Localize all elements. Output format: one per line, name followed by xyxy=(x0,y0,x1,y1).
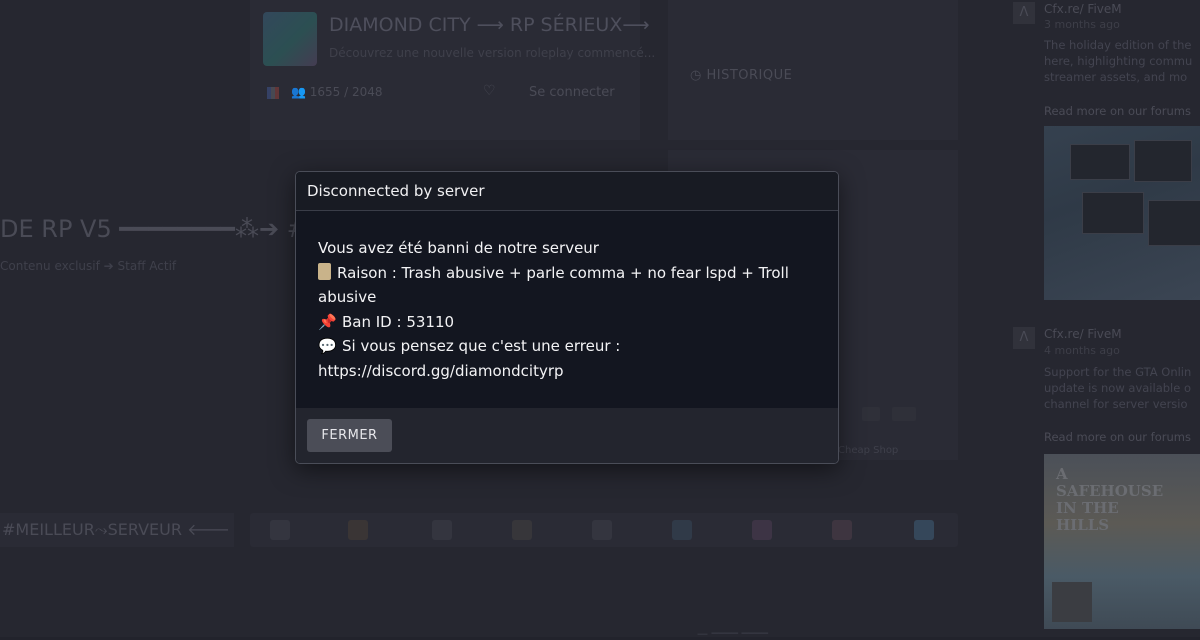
news-time: 4 months ago xyxy=(1044,344,1120,357)
appeal-text: 💬 Si vous pensez que c'est une erreur : xyxy=(318,334,816,359)
best-server-tag: #MEILLEUR⤳SERVEUR 🡐 xyxy=(0,513,234,547)
news-image-title: A SAFEHOUSE IN THE HILLS xyxy=(1056,465,1164,534)
news-body: The holiday edition of the here, highlig… xyxy=(1044,38,1193,84)
france-flag-icon xyxy=(267,87,279,99)
clipboard-icon xyxy=(318,262,331,280)
dialog-footer: FERMER xyxy=(296,408,838,463)
news-time: 3 months ago xyxy=(1044,18,1120,31)
banner-headline: DE RP V5 ━━━━━━━━⁂➔ # xyxy=(0,215,307,243)
news-author: Cfx.re/ FiveM xyxy=(1044,2,1122,16)
disconnect-dialog: Disconnected by server Vous avez été ban… xyxy=(295,171,839,464)
mini-button[interactable] xyxy=(862,407,880,421)
history-tab[interactable]: ◷ HISTORIQUE xyxy=(690,68,792,83)
ban-reason: Raison : Trash abusive + parle comma + n… xyxy=(318,262,789,306)
tag-icon[interactable] xyxy=(270,520,290,540)
news-body: Support for the GTA Onlin update is now … xyxy=(1044,365,1192,411)
tag-icon[interactable] xyxy=(672,520,692,540)
ban-id: 📌 Ban ID : 53110 xyxy=(318,310,816,335)
player-count: 👥 1655 / 2048 xyxy=(291,85,383,99)
close-button[interactable]: FERMER xyxy=(307,419,392,452)
mini-button[interactable] xyxy=(892,407,916,421)
tag-icon[interactable] xyxy=(348,520,368,540)
server-title[interactable]: DIAMOND CITY ⟶ RP SÉRIEUX⟶ xyxy=(329,14,650,36)
dialog-title: Disconnected by server xyxy=(296,172,838,211)
tag-icon[interactable] xyxy=(592,520,612,540)
tag-icon[interactable] xyxy=(512,520,532,540)
speech-bubble-icon: 💬 xyxy=(318,337,337,355)
cfx-avatar-icon: Λ xyxy=(1013,2,1035,24)
ban-notice: Vous avez été banni de notre serveur xyxy=(318,239,599,257)
players-icon: 👥 xyxy=(291,85,310,99)
banner-subline: Contenu exclusif ➔ Staff Actif xyxy=(0,259,177,273)
cfx-avatar-icon: Λ xyxy=(1013,327,1035,349)
server-subtitle: Découvrez une nouvelle version roleplay … xyxy=(329,46,656,60)
dialog-message: Vous avez été banni de notre serveur Rai… xyxy=(296,211,838,408)
tag-icon[interactable] xyxy=(432,520,452,540)
news-image: A SAFEHOUSE IN THE HILLS xyxy=(1044,454,1200,629)
news-author: Cfx.re/ FiveM xyxy=(1044,327,1122,341)
gta-logo xyxy=(1052,582,1092,622)
news-read-more-link[interactable]: Read more on our forums xyxy=(1044,104,1191,118)
tag-icon[interactable] xyxy=(914,520,934,540)
cheap-shop-label: Cheap Shop xyxy=(838,445,899,456)
clock-icon: ◷ xyxy=(690,68,707,83)
pushpin-icon: 📌 xyxy=(318,312,337,331)
tag-icon[interactable] xyxy=(752,520,772,540)
tag-icon[interactable] xyxy=(832,520,852,540)
discord-url: https://discord.gg/diamondcityrp xyxy=(318,361,564,380)
bottom-label: — ──── ──── xyxy=(697,627,768,640)
server-logo xyxy=(263,12,317,66)
connect-button[interactable]: Se connecter xyxy=(529,85,615,100)
favorite-heart-icon[interactable]: ♡ xyxy=(483,83,496,99)
news-read-more-link[interactable]: Read more on our forums xyxy=(1044,430,1191,444)
news-image xyxy=(1044,126,1200,300)
